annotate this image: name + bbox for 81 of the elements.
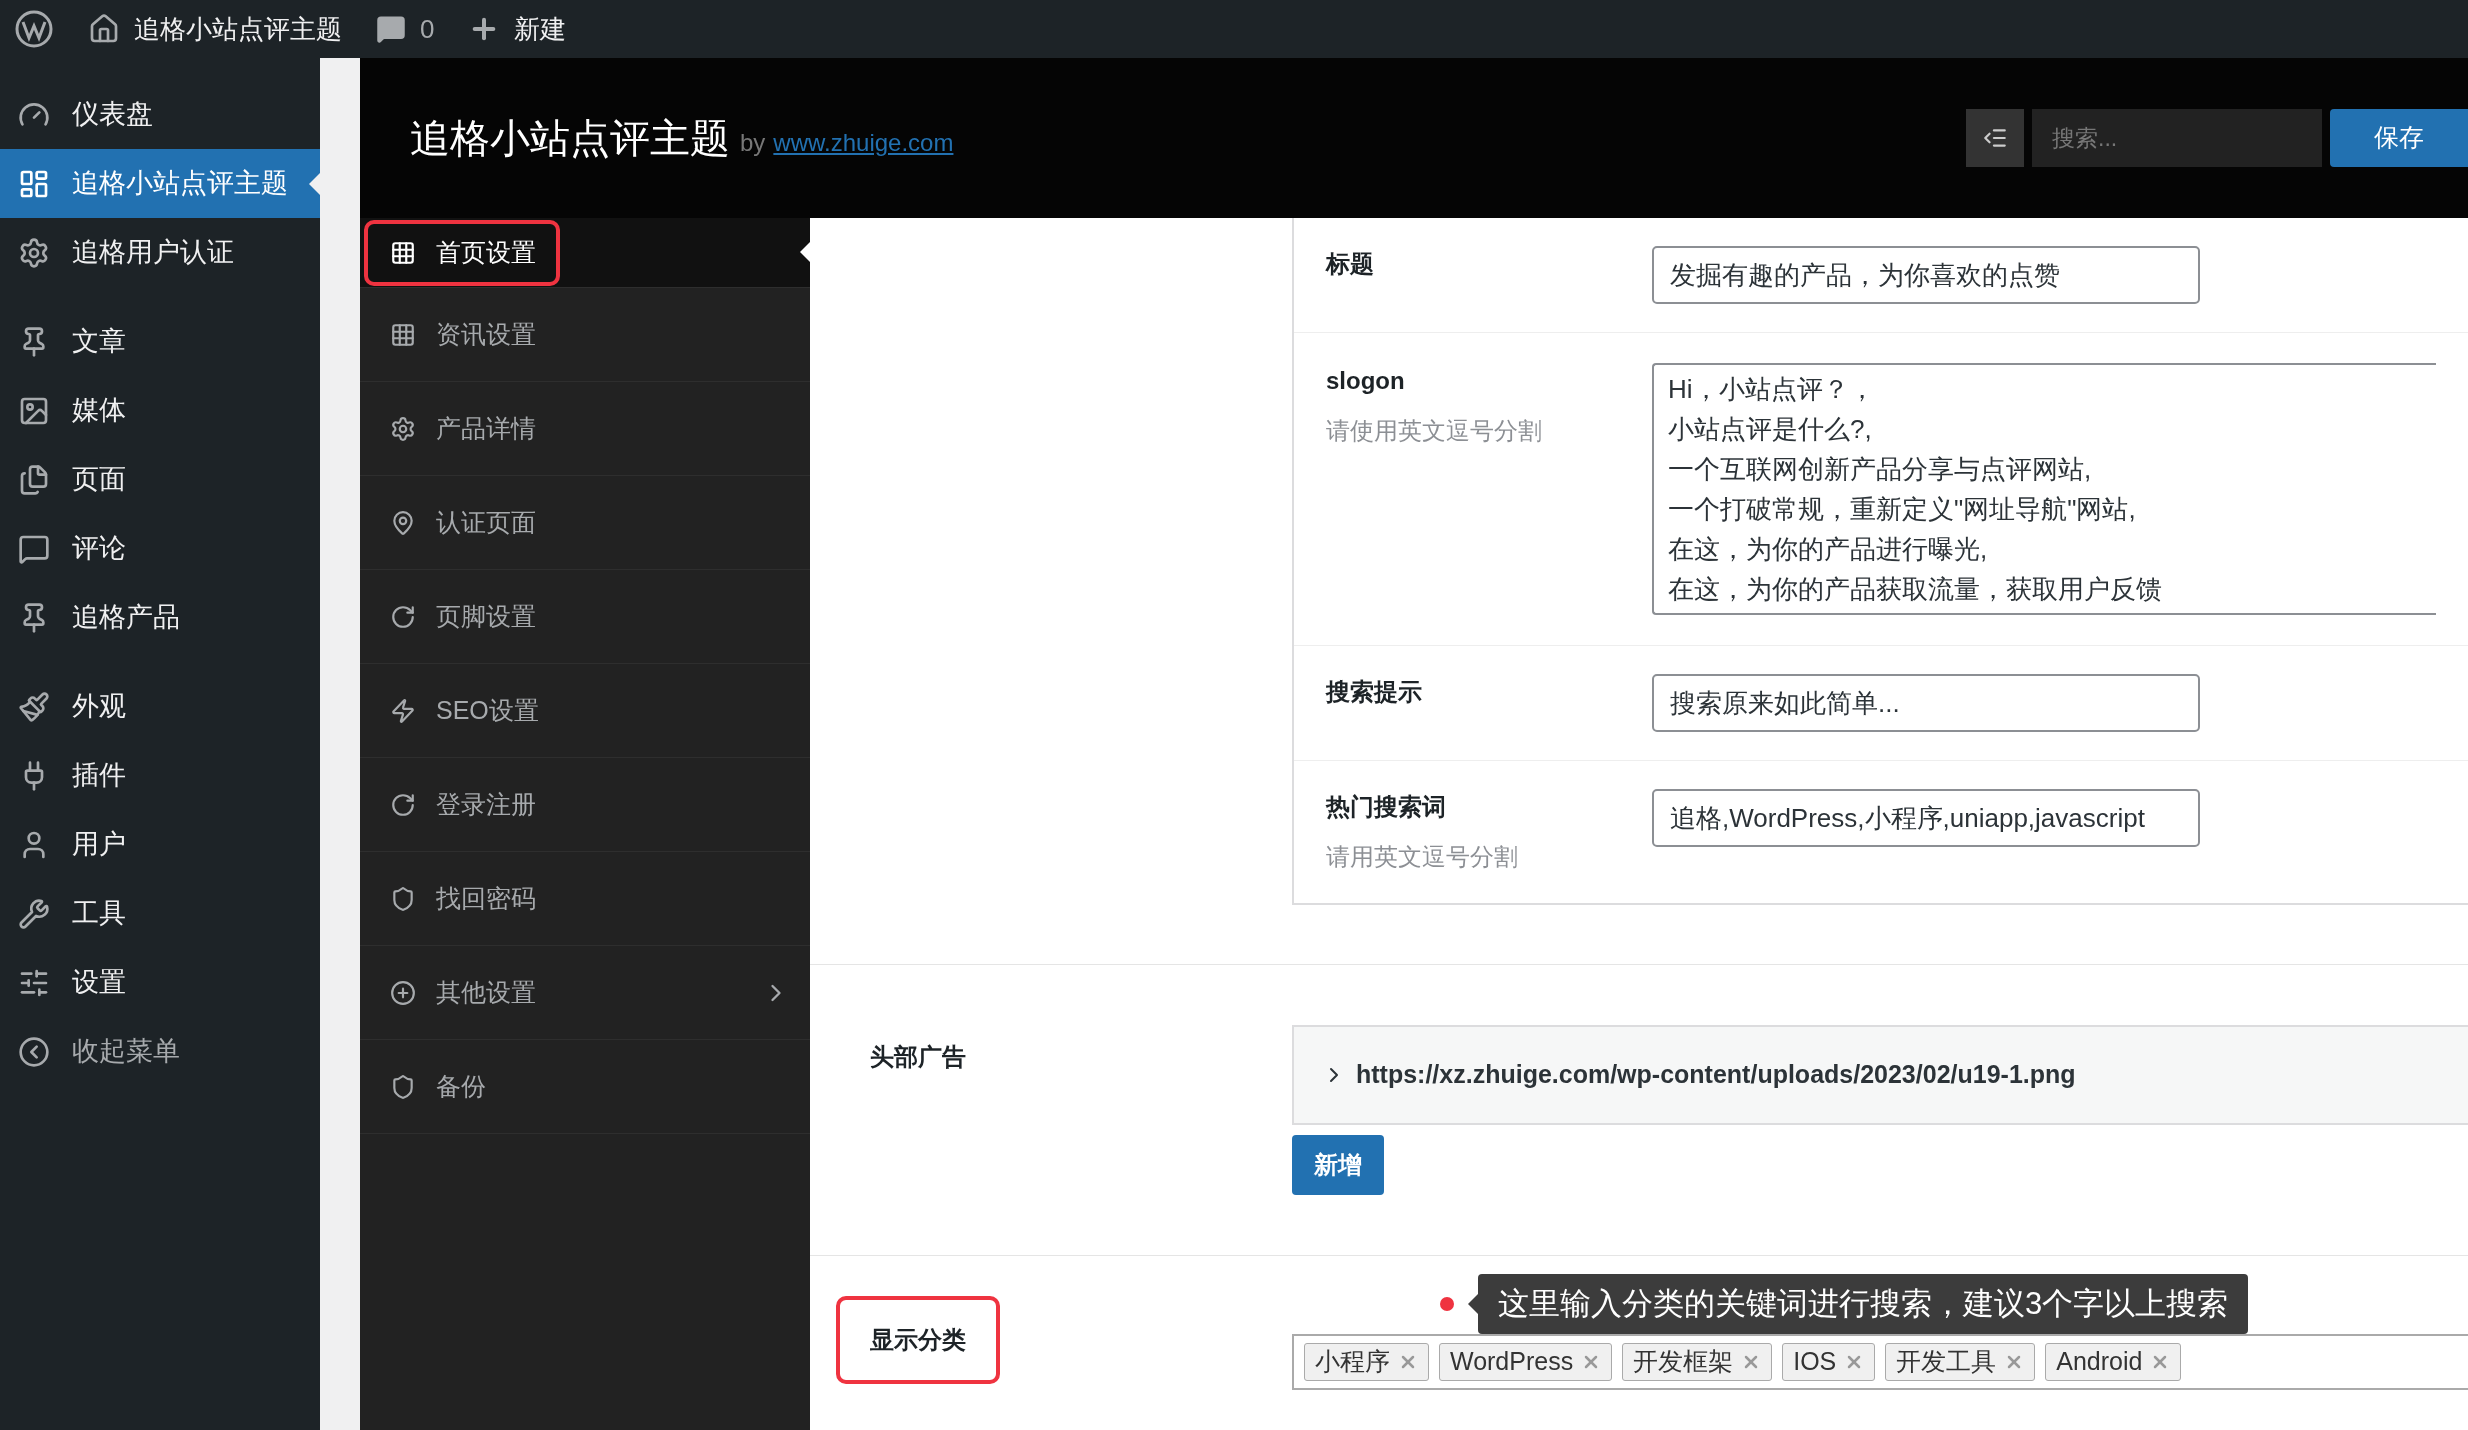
settings-nav-item[interactable]: 资讯设置 — [360, 288, 810, 382]
sidebar-menu-item[interactable]: 文章 — [0, 307, 320, 376]
wordpress-logo-icon[interactable] — [14, 9, 54, 49]
search-field[interactable]: 搜索... — [2032, 109, 2322, 167]
grid-icon — [390, 239, 416, 266]
settings-nav-item[interactable]: 其他设置 — [360, 946, 810, 1040]
settings-nav-item[interactable]: SEO设置 — [360, 664, 810, 758]
refresh-icon — [390, 603, 416, 630]
shield-icon — [390, 885, 416, 912]
field-hint: 请使用英文逗号分割 — [1326, 416, 1543, 446]
textarea-line: Hi，小站点评？， — [1668, 373, 1876, 406]
field-label: 搜索提示 — [1326, 677, 1423, 707]
text-input-field[interactable]: 发掘有趣的产品，为你喜欢的点赞 — [1652, 246, 2200, 304]
expand-toggle-button[interactable] — [1966, 109, 2024, 167]
sidebar-menu-item[interactable]: 追格产品 — [0, 583, 320, 652]
gear-icon — [390, 415, 416, 442]
plus-circle-icon — [390, 979, 416, 1006]
brush-icon — [18, 690, 50, 723]
sidebar-menu-item[interactable]: 评论 — [0, 514, 320, 583]
comment-icon[interactable] — [376, 14, 406, 44]
grid-icon — [390, 321, 416, 348]
field-label: 显示分类 — [836, 1296, 1000, 1384]
textarea-line: 小站点评是什么?, — [1668, 413, 1873, 446]
shield-icon — [390, 1073, 416, 1100]
category-tag[interactable]: 小程序 — [1304, 1343, 1429, 1381]
settings-nav-item[interactable]: 产品详情 — [360, 382, 810, 476]
add-button[interactable]: 新增 — [1292, 1135, 1384, 1195]
settings-nav-item[interactable]: 找回密码 — [360, 852, 810, 946]
wrench-icon — [18, 897, 50, 930]
text-input-field[interactable]: 追格,WordPress,小程序,uniapp,javascript — [1652, 789, 2200, 847]
sidebar-menu-item[interactable]: 插件 — [0, 741, 320, 810]
category-tag[interactable]: WordPress — [1439, 1343, 1613, 1381]
textarea-line: 一个互联网创新产品分享与点评网站, — [1668, 453, 2093, 486]
textarea-line: 在这，为你的产品进行曝光, — [1668, 533, 1989, 566]
sidebar-menu-item[interactable]: 追格用户认证 — [0, 218, 320, 287]
field-label: 头部广告 — [870, 1043, 966, 1070]
category-tag[interactable]: 开发工具 — [1885, 1343, 2036, 1381]
home-icon[interactable] — [88, 13, 120, 45]
sidebar-menu-item[interactable]: 追格小站点评主题 — [0, 149, 320, 218]
text-input-field[interactable]: 搜索原来如此简单... — [1652, 674, 2200, 732]
field-label: 标题 — [1326, 249, 1375, 279]
category-tag[interactable]: 开发框架 — [1622, 1343, 1773, 1381]
sidebar-menu-item[interactable]: 仪表盘 — [0, 80, 320, 149]
sidebar-menu-item[interactable]: 外观 — [0, 672, 320, 741]
textarea-line: 在这，为你的产品获取流量，获取用户反馈 — [1668, 573, 2163, 606]
sidebar-menu-item[interactable]: 收起菜单 — [0, 1017, 320, 1086]
comment-count[interactable]: 0 — [420, 9, 435, 49]
field-label: 热门搜索词 — [1326, 792, 1447, 822]
pages-icon — [18, 463, 50, 496]
settings-nav-item[interactable]: 认证页面 — [360, 476, 810, 570]
website-link[interactable]: www.zhuige.com — [773, 125, 954, 161]
sidebar-menu-item[interactable]: 媒体 — [0, 376, 320, 445]
new-link[interactable]: 新建 — [514, 9, 567, 49]
sidebar-menu-item[interactable]: 工具 — [0, 879, 320, 948]
ad-item-accordion[interactable]: https://xz.zhuige.com/wp-content/uploads/2023/02/u19-1.png — [1292, 1025, 2468, 1125]
field-hint: 请用英文逗号分割 — [1326, 842, 1519, 872]
category-tag[interactable]: IOS — [1782, 1343, 1876, 1381]
lightning-icon — [390, 697, 416, 724]
field-label: slogon — [1326, 366, 1406, 396]
settings-nav-item[interactable]: 备份 — [360, 1040, 810, 1134]
sidebar-menu-item[interactable]: 用户 — [0, 810, 320, 879]
current-pointer-icon — [309, 173, 320, 195]
save-button[interactable]: 保存 — [2330, 109, 2468, 167]
textarea-line: 一个打破常规，重新定义"网址导航"网站, — [1668, 493, 2137, 526]
search-tooltip: 这里输入分类的关键词进行搜索，建议3个字以上搜索 — [1478, 1274, 2249, 1334]
by-label: by — [740, 128, 766, 158]
panel-title: 追格小站点评主题 — [410, 115, 730, 162]
refresh-icon — [390, 791, 416, 818]
sidebar-menu-item[interactable]: 页面 — [0, 445, 320, 514]
settings-nav-item[interactable]: 首页设置 — [360, 218, 810, 288]
settings-nav-item[interactable]: 页脚设置 — [360, 570, 810, 664]
settings-nav-item[interactable]: 登录注册 — [360, 758, 810, 852]
gear-icon — [18, 236, 50, 269]
current-pointer-icon — [800, 242, 810, 262]
category-tag-field[interactable]: 小程序 WordPress 开发框架 IOS 开发工具 Android — [1292, 1334, 2468, 1390]
category-tag[interactable]: Android — [2045, 1343, 2182, 1381]
slogan-textarea[interactable]: Hi，小站点评？， 小站点评是什么?, 一个互联网创新产品分享与点评网站, 一个打破常规，重新定义"网址导航"网站, 在这，为你的产品进行曝光, 在这，为你的产品获取流量，获取用户反馈 — [1652, 363, 2436, 615]
collapse-icon — [18, 1035, 50, 1068]
map-pin-icon — [390, 509, 416, 536]
site-name-link[interactable]: 追格小站点评主题 — [134, 9, 342, 49]
sidebar-menu-item[interactable]: 设置 — [0, 948, 320, 1017]
